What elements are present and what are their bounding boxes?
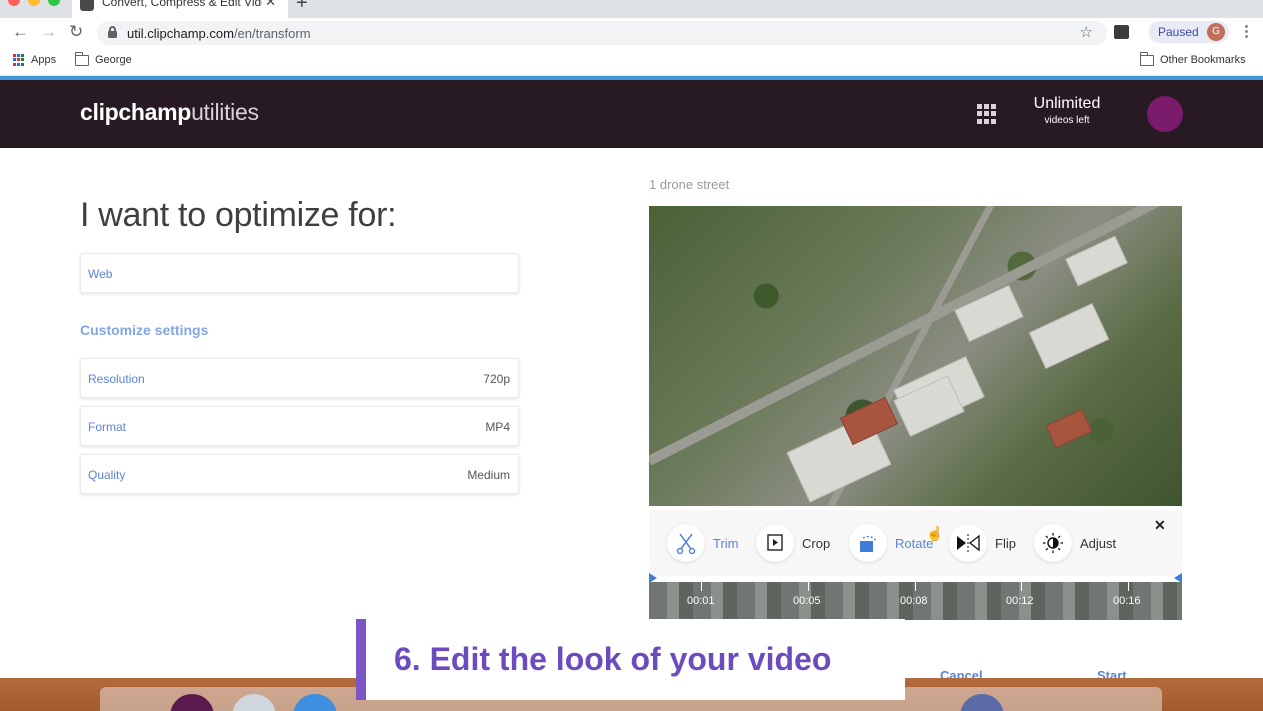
reload-icon[interactable]: ↻ <box>69 22 83 42</box>
clipchamp-favicon-icon <box>80 0 94 11</box>
url-text: util.clipchamp.com/en/transform <box>127 26 311 41</box>
adjust-tool-label: Adjust <box>1080 535 1117 551</box>
new-tab-button[interactable]: + <box>296 0 308 15</box>
timeline-tick-label: 00:05 <box>793 595 821 607</box>
crop-tool-label: Crop <box>802 535 831 551</box>
address-bar[interactable]: util.clipchamp.com/en/transform ☆ <box>97 21 1107 45</box>
timeline-tick-label: 00:12 <box>1006 595 1034 607</box>
optimize-target-select[interactable]: Web <box>80 253 519 293</box>
trim-tool-button[interactable]: Trim <box>667 524 739 562</box>
video-preview[interactable] <box>649 206 1182 506</box>
video-title: 1 drone street <box>649 177 730 192</box>
browser-menu-icon[interactable]: ⋮ <box>1239 22 1254 40</box>
profile-paused-button[interactable]: Paused G <box>1149 21 1229 43</box>
setting-value: 720p <box>483 372 510 386</box>
quality-setting[interactable]: Quality Medium <box>80 454 519 494</box>
trim-tool-label: Trim <box>713 535 739 551</box>
setting-label: Format <box>88 420 127 434</box>
profile-avatar: G <box>1207 23 1225 41</box>
folder-icon <box>1139 51 1154 66</box>
setting-value: Medium <box>467 468 510 482</box>
video-scene-building <box>1045 408 1093 449</box>
crop-icon <box>756 524 794 562</box>
timeline-tick-label: 00:01 <box>687 595 715 607</box>
rotate-tool-button[interactable]: Rotate <box>849 524 933 562</box>
tab-title: Convert, Compress & Edit Vide <box>102 0 262 9</box>
flip-icon <box>949 524 987 562</box>
optimize-target-value: Web <box>88 267 113 281</box>
timeline-tick <box>701 582 702 591</box>
bookmark-george-label: George <box>95 54 132 66</box>
plan-status: Unlimited videos left <box>1022 95 1112 126</box>
scissors-icon <box>667 524 705 562</box>
lock-icon <box>108 26 117 38</box>
setting-label: Quality <box>88 468 126 482</box>
browser-tab[interactable]: Convert, Compress & Edit Vide ✕ <box>72 0 288 18</box>
bookmarks-bar: Apps George Other Bookmarks <box>0 48 1263 76</box>
customize-settings-label[interactable]: Customize settings <box>80 322 208 338</box>
timeline-tick-label: 00:16 <box>1113 595 1141 607</box>
flip-tool-label: Flip <box>995 535 1016 551</box>
bookmark-george[interactable]: George <box>74 51 132 66</box>
adjust-tool-button[interactable]: Adjust <box>1034 524 1116 562</box>
browser-tab-strip: Convert, Compress & Edit Vide ✕ + <box>0 0 1263 18</box>
plan-subtitle: videos left <box>1044 115 1090 126</box>
forward-arrow-icon[interactable]: → <box>40 22 57 42</box>
video-timeline[interactable]: 00:01 00:05 00:08 00:12 00:16 <box>649 582 1182 620</box>
timeline-tick <box>915 582 916 591</box>
tab-close-icon[interactable]: ✕ <box>265 0 276 10</box>
bookmark-other[interactable]: Other Bookmarks <box>1139 51 1246 66</box>
resolution-setting[interactable]: Resolution 720p <box>80 358 519 398</box>
bookmark-other-label: Other Bookmarks <box>1160 54 1246 66</box>
browser-toolbar: ← → ↻ util.clipchamp.com/en/transform ☆ <box>0 18 1263 48</box>
brightness-icon <box>1034 524 1072 562</box>
optimize-heading: I want to optimize for: <box>80 196 397 234</box>
timeline-tick <box>1021 582 1022 591</box>
close-edit-toolbar-icon[interactable]: ✕ <box>1154 517 1166 534</box>
setting-label: Resolution <box>88 372 145 386</box>
clipchamp-logo[interactable]: clipchamputilities <box>80 99 259 126</box>
setting-value: MP4 <box>485 420 510 434</box>
close-window-button[interactable] <box>8 0 20 6</box>
bookmark-apps-label: Apps <box>31 54 57 66</box>
tutorial-caption: 6. Edit the look of your video <box>356 619 905 700</box>
flip-tool-button[interactable]: Flip <box>949 524 1016 562</box>
bookmark-apps[interactable]: Apps <box>13 54 56 66</box>
timeline-tick <box>808 582 809 591</box>
timeline-tick-label: 00:08 <box>900 595 928 607</box>
edit-toolbar: Trim Crop Rotate Flip Adjust <box>649 510 1182 576</box>
user-avatar[interactable] <box>1147 96 1183 132</box>
apps-grid-icon[interactable] <box>977 104 997 124</box>
tutorial-caption-text: 6. Edit the look of your video <box>394 641 832 677</box>
plan-title: Unlimited <box>1033 95 1101 112</box>
paused-label: Paused <box>1158 25 1199 39</box>
format-setting[interactable]: Format MP4 <box>80 406 519 446</box>
video-scene-building <box>1028 303 1110 369</box>
app-header: clipchamputilities Unlimited videos left <box>0 80 1263 148</box>
crop-tool-button[interactable]: Crop <box>756 524 830 562</box>
hand-cursor-icon: ☝ <box>926 525 944 541</box>
back-arrow-icon[interactable]: ← <box>12 22 29 42</box>
extension-icon[interactable] <box>1114 25 1129 39</box>
apps-grid-icon <box>13 54 25 66</box>
minimize-window-button[interactable] <box>28 0 40 6</box>
bookmark-star-icon[interactable]: ☆ <box>1080 23 1093 41</box>
rotate-icon <box>849 524 887 562</box>
folder-icon <box>74 51 89 66</box>
zoom-window-button[interactable] <box>48 0 60 6</box>
timeline-tick <box>1128 582 1129 591</box>
